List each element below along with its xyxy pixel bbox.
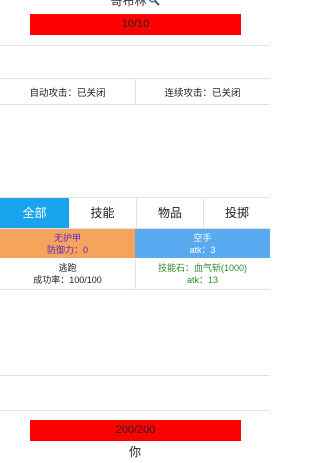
- tab-items[interactable]: 物品: [137, 198, 203, 228]
- magnifier-icon[interactable]: [148, 0, 160, 6]
- enemy-name-text: 哥布林: [110, 0, 147, 8]
- flee-skill-name: 逃跑: [58, 263, 77, 273]
- divider: [0, 289, 270, 290]
- enemy-name: 哥布林: [0, 0, 270, 8]
- tab-throw[interactable]: 投掷: [204, 198, 270, 228]
- weapon-name: 空手: [193, 233, 212, 243]
- armor-slot[interactable]: 无护甲 防御力：0: [0, 229, 135, 258]
- enemy-hp-bar: 10/10: [30, 14, 241, 35]
- tab-skills[interactable]: 技能: [69, 198, 136, 228]
- divider: [0, 410, 270, 411]
- weapon-stat: atk：3: [189, 245, 216, 255]
- divider: [0, 375, 270, 376]
- auto-attack-label: 自动攻击：已关闭: [29, 88, 106, 99]
- weapon-slot[interactable]: 空手 atk：3: [135, 229, 270, 258]
- armor-stat: 防御力：0: [46, 245, 88, 255]
- flee-skill-stat: 成功率：100/100: [33, 275, 102, 285]
- divider: [0, 45, 270, 46]
- auto-attack-toggle[interactable]: 自动攻击：已关闭: [0, 79, 135, 109]
- tab-all[interactable]: 全部: [0, 198, 69, 228]
- combo-attack-toggle[interactable]: 连续攻击：已关闭: [135, 79, 270, 109]
- tab-all-label: 全部: [22, 206, 47, 220]
- flee-skill[interactable]: 逃跑 成功率：100/100: [0, 259, 135, 289]
- player-name: 你: [128, 445, 141, 459]
- tab-items-label: 物品: [157, 206, 182, 220]
- player-hp-bar: 200/200: [30, 420, 241, 441]
- skill-stone-stat: atk：13: [186, 275, 219, 285]
- armor-name: 无护甲: [53, 233, 81, 243]
- skill-stone[interactable]: 技能石：血气斩(1000) atk：13: [135, 259, 270, 289]
- enemy-hp-text: 10/10: [121, 18, 150, 30]
- player-hp-text: 200/200: [115, 424, 156, 436]
- skill-stone-name: 技能石：血气斩(1000): [157, 263, 248, 273]
- combo-attack-label: 连续攻击：已关闭: [164, 88, 241, 99]
- tab-throw-label: 投掷: [224, 206, 249, 220]
- tab-skills-label: 技能: [90, 206, 115, 220]
